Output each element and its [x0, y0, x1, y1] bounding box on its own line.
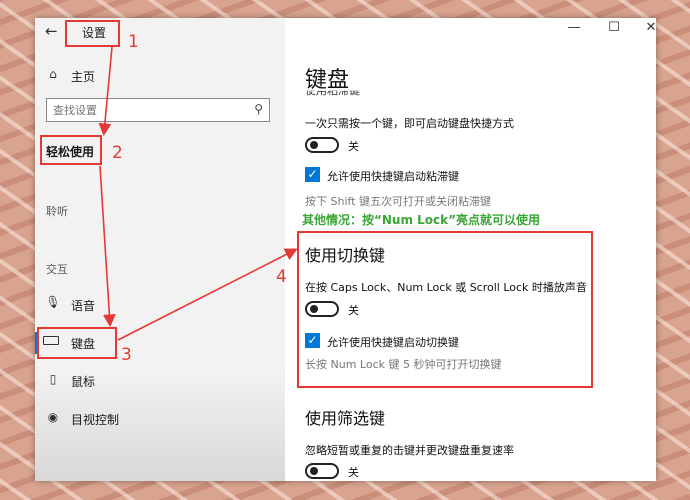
- toggle-keys-description: 在按 Caps Lock、Num Lock 或 Scroll Lock 时播放声…: [305, 281, 587, 294]
- home-icon: ⌂: [49, 67, 57, 81]
- close-button[interactable]: ✕: [641, 20, 656, 35]
- toggle-keys-hint: 长按 Num Lock 键 5 秒钟可打开切换键: [305, 358, 502, 371]
- toggle-keys-checkbox-label: 允许使用快捷键启动切换键: [327, 336, 459, 349]
- microphone-icon: 🎙︎: [45, 295, 61, 309]
- settings-window: ← 设置 ⌂ 主页 ⚲ 轻松使用 聆听 交互 🎙︎ 语音 键盘 ▯ 鼠标 ◉ 目…: [35, 18, 656, 481]
- highlight-box-ease-of-access: [40, 135, 102, 165]
- filter-keys-description: 忽略短暂或重复的击键并更改键盘重复速率: [305, 444, 514, 457]
- toggle-keys-heading: 使用切换键: [305, 246, 386, 265]
- back-arrow-icon[interactable]: ←: [45, 22, 58, 40]
- sticky-checkbox-label: 允许使用快捷键启动粘滞键: [327, 170, 459, 183]
- sticky-shortcut-checkbox[interactable]: ✓: [305, 167, 320, 182]
- sidebar-item-speech[interactable]: 语音: [71, 297, 95, 314]
- annotation-note: 其他情况：按“Num Lock”亮点就可以使用: [302, 213, 541, 227]
- toggle-keys-toggle[interactable]: [305, 301, 339, 317]
- mouse-icon: ▯: [49, 372, 57, 386]
- minimize-button[interactable]: —: [564, 20, 584, 35]
- section-interaction: 交互: [46, 263, 68, 276]
- filter-keys-heading: 使用筛选键: [305, 409, 386, 428]
- sticky-toggle[interactable]: [305, 137, 339, 153]
- search-field[interactable]: ⚲: [46, 98, 270, 122]
- filter-keys-state: 关: [348, 466, 359, 479]
- toggle-keys-shortcut-checkbox[interactable]: ✓: [305, 333, 320, 348]
- filter-keys-toggle[interactable]: [305, 463, 339, 479]
- sidebar-item-eye-control[interactable]: 目视控制: [71, 411, 119, 428]
- step-number-3: 3: [121, 345, 132, 365]
- search-input[interactable]: [47, 99, 249, 122]
- step-number-4: 4: [276, 267, 287, 287]
- page-title: 键盘: [305, 68, 350, 93]
- section-hearing: 聆听: [46, 205, 68, 218]
- search-icon[interactable]: ⚲: [254, 102, 263, 116]
- sticky-hint: 按下 Shift 键五次可打开或关闭粘滞键: [305, 195, 491, 208]
- toggle-knob: [310, 305, 318, 313]
- sticky-description: 一次只需按一个键，即可启动键盘快捷方式: [305, 117, 514, 130]
- toggle-knob: [310, 141, 318, 149]
- toggle-keys-state: 关: [348, 304, 359, 317]
- step-number-1: 1: [128, 32, 139, 52]
- sidebar-item-home[interactable]: 主页: [71, 68, 95, 85]
- sidebar-item-mouse[interactable]: 鼠标: [71, 373, 95, 390]
- highlight-box-keyboard: [37, 327, 117, 359]
- toggle-knob: [310, 467, 318, 475]
- maximize-button[interactable]: ☐: [604, 20, 624, 35]
- sticky-toggle-state: 关: [348, 140, 359, 153]
- step-number-2: 2: [112, 143, 123, 163]
- highlight-box-settings: [65, 20, 120, 47]
- eye-icon: ◉: [47, 410, 59, 424]
